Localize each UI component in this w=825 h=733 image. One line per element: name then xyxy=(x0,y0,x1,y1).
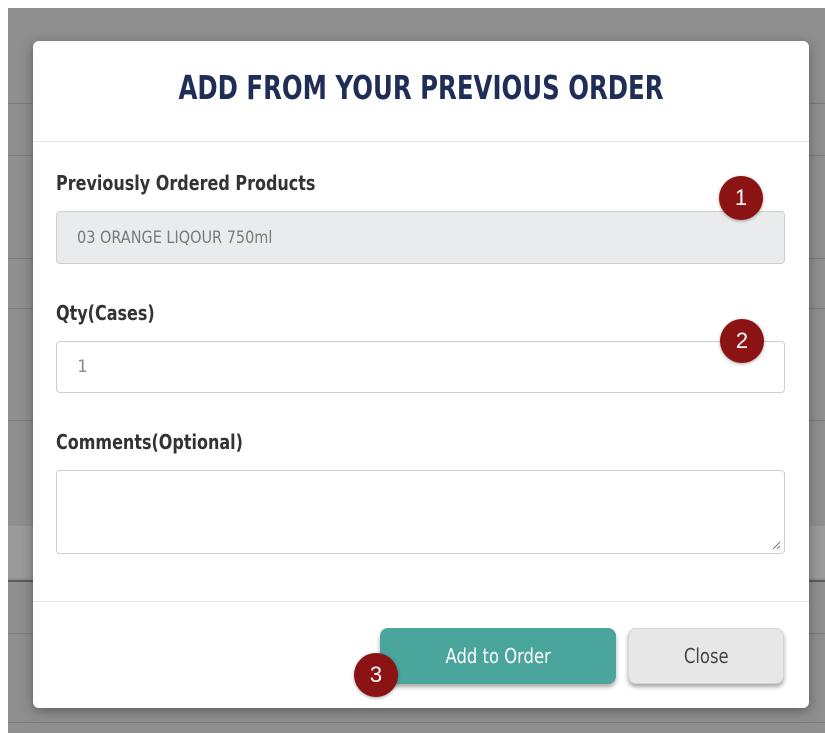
modal-header: ADD FROM YOUR PREVIOUS ORDER xyxy=(33,41,809,142)
close-button[interactable]: Close xyxy=(628,628,784,684)
add-to-order-label: Add to Order xyxy=(445,644,551,668)
add-previous-order-modal: ADD FROM YOUR PREVIOUS ORDER Previously … xyxy=(33,41,809,708)
modal-footer-divider xyxy=(33,601,809,602)
modal-title: ADD FROM YOUR PREVIOUS ORDER xyxy=(178,68,664,107)
previous-products-label: Previously Ordered Products xyxy=(56,171,316,195)
callout-badge-2: 2 xyxy=(720,319,764,363)
previous-products-value: 03 ORANGE LIQOUR 750ml xyxy=(77,227,273,248)
add-to-order-button[interactable]: Add to Order xyxy=(380,628,616,684)
background-divider xyxy=(8,722,825,723)
close-label: Close xyxy=(683,644,729,668)
qty-value: 1 xyxy=(77,357,88,377)
previous-products-field[interactable]: 03 ORANGE LIQOUR 750ml xyxy=(56,211,785,264)
callout-badge-1: 1 xyxy=(719,176,763,220)
comments-textarea[interactable] xyxy=(56,470,785,554)
qty-label: Qty(Cases) xyxy=(56,301,155,325)
callout-badge-3: 3 xyxy=(354,653,398,697)
qty-input[interactable]: 1 xyxy=(56,341,785,393)
resize-grip-icon[interactable] xyxy=(771,540,781,550)
comments-label: Comments(Optional) xyxy=(56,430,243,454)
